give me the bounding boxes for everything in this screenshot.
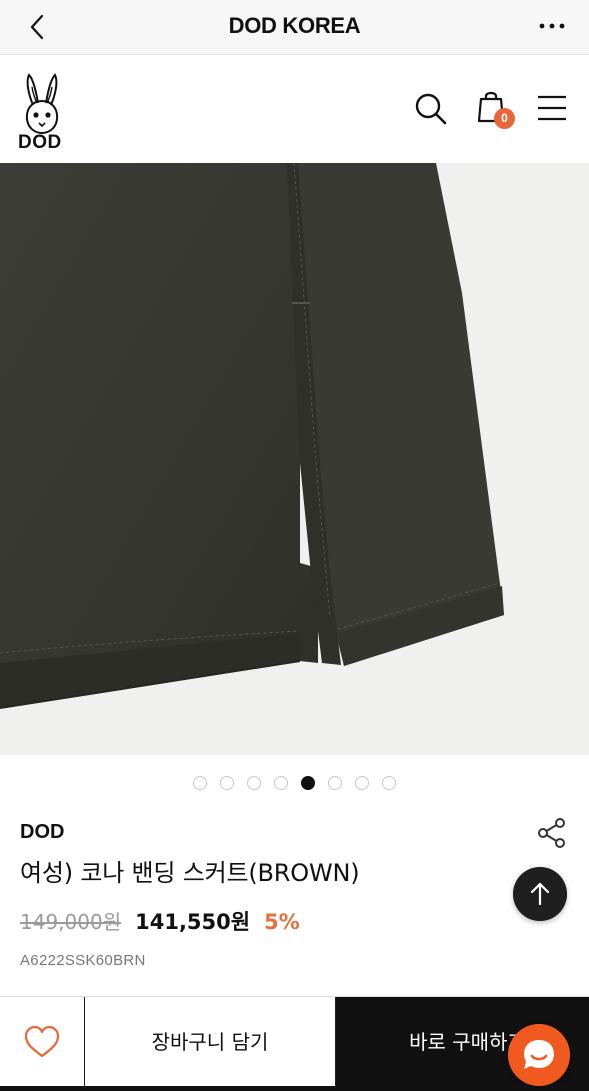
gallery-pagination	[0, 776, 589, 792]
wishlist-button[interactable]	[0, 997, 85, 1087]
chat-icon[interactable]	[508, 1024, 570, 1086]
pagination-dot[interactable]	[247, 776, 261, 790]
bottom-action-bar: 장바구니 담기 바로 구매하기	[0, 996, 589, 1091]
pagination-dot[interactable]	[355, 776, 369, 790]
sale-price: 141,550원	[135, 910, 251, 934]
price-row: 149,000원 141,550원 5%	[20, 906, 300, 936]
pagination-dot[interactable]	[274, 776, 288, 790]
scroll-to-top-button[interactable]	[513, 867, 567, 921]
search-icon[interactable]	[414, 92, 448, 126]
bottom-strip	[0, 1086, 589, 1091]
more-horizontal-icon[interactable]	[537, 14, 567, 38]
app-bar: DOD KOREA	[0, 0, 589, 55]
logo-text: DOD	[18, 132, 62, 153]
original-price: 149,000원	[20, 910, 122, 934]
pagination-dot[interactable]	[220, 776, 234, 790]
discount-rate: 5%	[264, 910, 300, 934]
pagination-dot[interactable]	[193, 776, 207, 790]
hamburger-menu-icon[interactable]	[536, 94, 568, 122]
store-header: DOD 0	[0, 56, 589, 163]
heart-icon	[24, 1025, 60, 1058]
pagination-dot-active[interactable]	[301, 776, 315, 790]
product-brand[interactable]: DOD	[20, 821, 64, 844]
cart-count-badge: 0	[494, 108, 515, 129]
share-icon[interactable]	[536, 817, 568, 849]
pagination-dot[interactable]	[328, 776, 342, 790]
add-to-cart-button[interactable]: 장바구니 담기	[85, 997, 336, 1087]
skirt-photo	[0, 163, 504, 709]
product-sku: A6222SSK60BRN	[20, 952, 146, 969]
page-title: DOD KOREA	[228, 13, 361, 38]
pagination-dot[interactable]	[382, 776, 396, 790]
product-image[interactable]	[0, 163, 589, 755]
product-name: 여성) 코나 밴딩 스커트(BROWN)	[20, 859, 360, 887]
